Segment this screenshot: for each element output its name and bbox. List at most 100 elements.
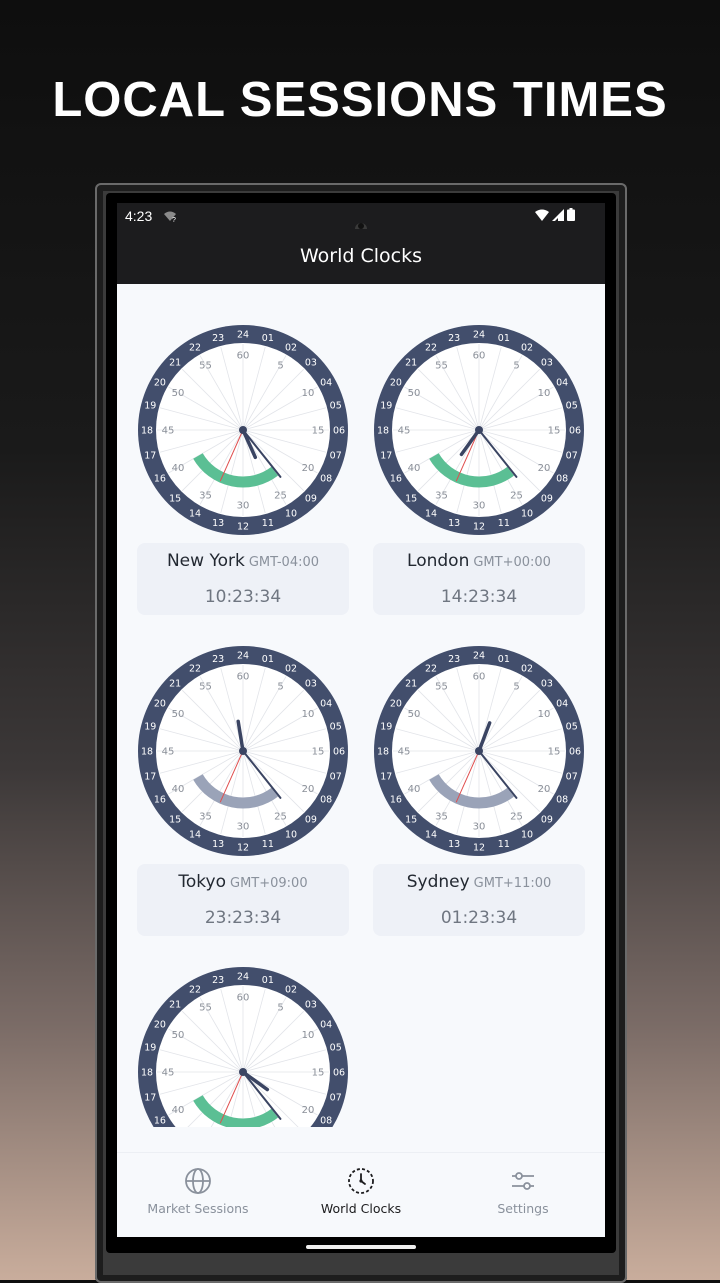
hour-number: 16 [390,474,402,485]
hour-number: 23 [448,654,460,665]
hour-number: 07 [566,450,578,461]
nav-label: Settings [497,1201,549,1216]
minute-number: 50 [172,1030,185,1041]
promo-headline: LOCAL SESSIONS TIMES [52,73,668,127]
city-name: London [407,551,470,571]
hour-number: 13 [448,839,460,850]
hour-number: 24 [473,330,485,341]
hour-number: 06 [569,426,581,437]
hour-number: 01 [498,654,510,665]
hour-number: 19 [380,401,392,412]
minute-number: 60 [473,351,486,362]
minute-number: 50 [408,388,421,399]
clock-info: Tokyo GMT+09:00 23:23:34 [137,864,349,936]
hour-number: 13 [212,839,224,850]
hour-number: 19 [144,401,156,412]
hour-number: 20 [390,378,402,389]
hour-number: 03 [541,679,553,690]
hour-number: 12 [473,522,485,533]
hour-number: 08 [556,474,568,485]
hour-number: 16 [154,1116,166,1127]
hour-number: 11 [498,839,510,850]
hour-number: 20 [154,378,166,389]
signal-icon [552,208,564,221]
clock-info: New York GMT-04:00 10:23:34 [137,543,349,615]
analog-clock: 2401020304050607080910111213141516171819… [374,325,584,535]
center-pin [239,426,247,434]
minute-number: 20 [302,463,315,474]
wifi-question-mark: ? [172,217,176,223]
nav-settings[interactable]: Settings [442,1153,604,1237]
minute-number: 10 [302,709,315,720]
nav-market-sessions[interactable]: Market Sessions [117,1153,279,1237]
nav-label: Market Sessions [147,1201,249,1216]
digital-time: 23:23:34 [204,908,282,928]
digital-time: 10:23:34 [204,587,282,607]
hour-number: 10 [521,830,533,841]
clock-info: Sydney GMT+11:00 01:23:34 [373,864,585,936]
gmt-offset: GMT+09:00 [230,876,308,891]
hour-number: 17 [144,450,156,461]
minute-number: 55 [199,682,212,693]
center-pin [475,426,483,434]
center-pin [239,1068,247,1076]
digital-time: 14:23:34 [440,587,518,607]
hour-number: 11 [498,518,510,529]
minute-number: 20 [302,784,315,795]
minute-number: 45 [398,426,411,437]
hour-number: 02 [521,663,533,674]
battery-icon [567,208,575,221]
hour-number: 04 [556,378,568,389]
hour-number: 23 [212,654,224,665]
hour-number: 21 [169,679,181,690]
bottom-nav: Market Sessions World Clocks Settings [117,1152,605,1237]
globe-icon [185,1168,211,1194]
hour-number: 18 [141,1068,153,1079]
nav-world-clocks[interactable]: World Clocks [280,1153,442,1237]
hour-number: 17 [380,771,392,782]
hour-number: 23 [448,333,460,344]
hour-number: 16 [390,795,402,806]
hour-number: 10 [285,830,297,841]
minute-number: 15 [312,747,325,758]
clock-grid: 24 01 02 03 04 05 06 07 08 09 10 11 12 13 14 15 16 17 18 19… [117,284,605,1127]
minute-number: 35 [435,811,448,822]
hour-number: 21 [169,358,181,369]
hour-number: 12 [237,522,249,533]
city-name: Tokyo [178,872,226,892]
minute-number: 15 [312,426,325,437]
clock-icon [348,1168,374,1194]
hour-number: 14 [189,830,201,841]
hour-number: 20 [154,699,166,710]
wifi-question-icon: ? [164,211,176,223]
minute-number: 55 [435,361,448,372]
minute-number: 10 [538,709,551,720]
hour-number: 05 [566,401,578,412]
minute-number: 5 [277,361,283,372]
minute-number: 20 [538,463,551,474]
hour-number: 23 [212,975,224,986]
analog-clock: 2401020304050607080910111213141516171819… [138,325,348,535]
hour-number: 06 [569,747,581,758]
minute-number: 15 [548,426,561,437]
minute-number: 55 [435,682,448,693]
minute-number: 50 [172,388,185,399]
analog-clock: 2401020304050607080910111213141516171819… [138,646,348,856]
minute-number: 25 [274,811,287,822]
hour-number: 18 [141,426,153,437]
hour-number: 07 [330,1092,342,1103]
hour-number: 04 [320,699,332,710]
hour-number: 01 [262,975,274,986]
gmt-offset: GMT+11:00 [473,876,552,891]
hour-number: 05 [566,722,578,733]
gesture-bar [306,1245,416,1249]
minute-number: 40 [172,784,185,795]
hour-number: 15 [405,493,417,504]
status-time: 4:23 [125,208,153,224]
hour-number: 06 [333,1068,345,1079]
minute-number: 30 [473,501,486,512]
minute-number: 25 [510,811,523,822]
hour-number: 11 [262,839,274,850]
minute-number: 10 [302,1030,315,1041]
hour-number: 18 [141,747,153,758]
